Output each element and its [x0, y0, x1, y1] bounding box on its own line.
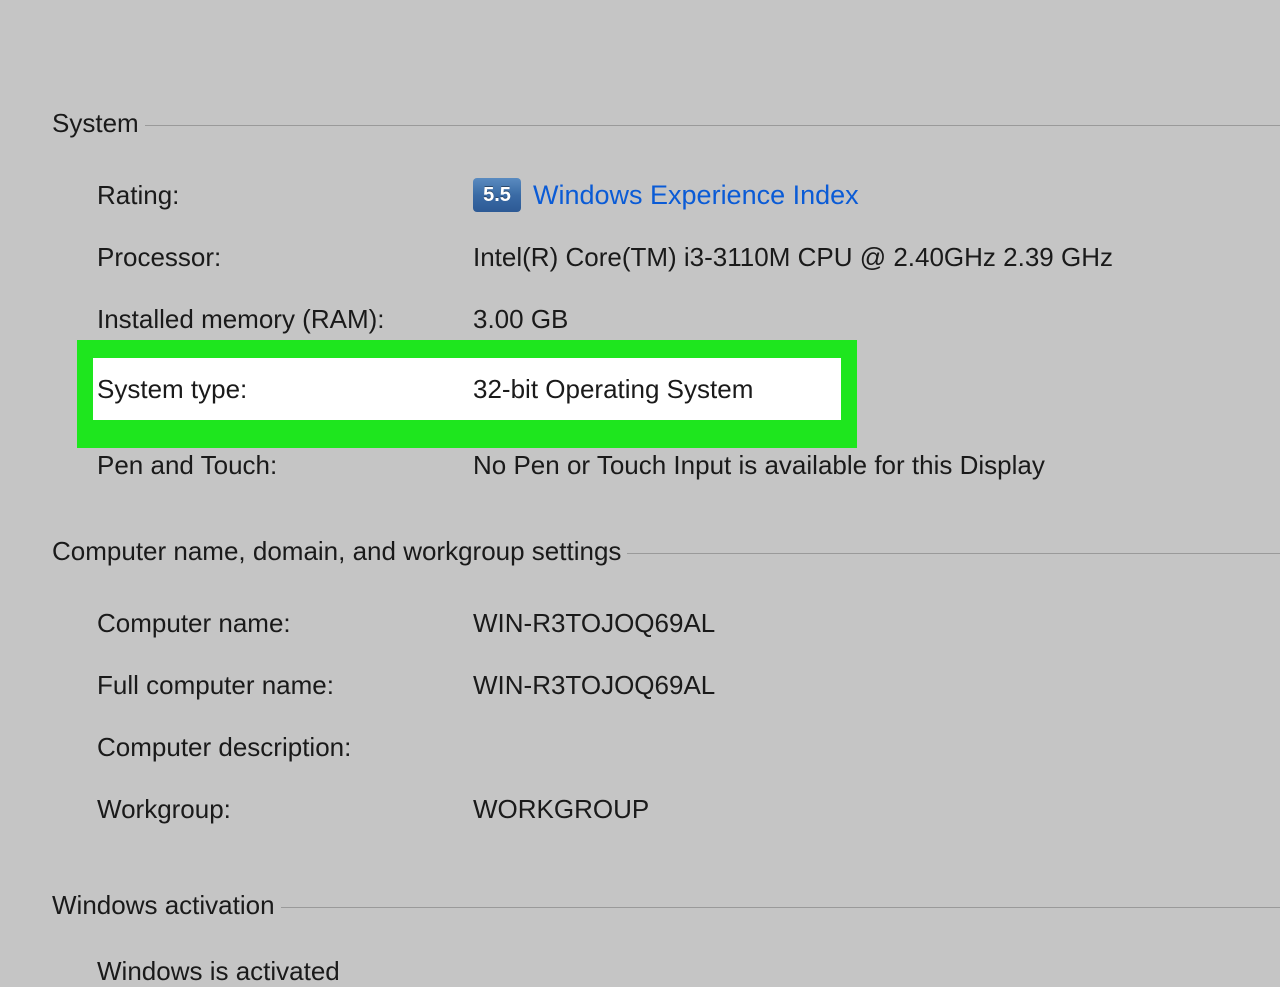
system-type-value: 32-bit Operating System	[473, 374, 841, 405]
computer-name-row: Computer name: WIN-R3TOJOQ69AL	[52, 592, 1280, 654]
processor-value: Intel(R) Core(TM) i3-3110M CPU @ 2.40GHz…	[473, 242, 1280, 273]
workgroup-label: Workgroup:	[97, 794, 473, 825]
system-type-label: System type:	[97, 374, 473, 405]
system-section-header: System	[52, 108, 1280, 139]
ram-value: 3.00 GB	[473, 304, 1280, 335]
activation-section: Windows activation Windows is activated	[52, 890, 1280, 987]
full-computer-name-label: Full computer name:	[97, 670, 473, 701]
computer-name-label: Computer name:	[97, 608, 473, 639]
workgroup-row: Workgroup: WORKGROUP	[52, 778, 1280, 840]
divider-line	[145, 125, 1280, 126]
computer-name-value: WIN-R3TOJOQ69AL	[473, 608, 1280, 639]
pen-touch-value: No Pen or Touch Input is available for t…	[473, 450, 1280, 481]
divider-line	[627, 553, 1280, 554]
system-properties-panel: System Rating: 5.5 Windows Experience In…	[0, 0, 1280, 987]
computer-description-label: Computer description:	[97, 732, 473, 763]
system-type-highlight: System type: 32-bit Operating System	[77, 358, 1280, 420]
wei-link[interactable]: Windows Experience Index	[533, 180, 859, 211]
computer-section-header: Computer name, domain, and workgroup set…	[52, 536, 1280, 567]
processor-label: Processor:	[97, 242, 473, 273]
rating-value: 5.5 Windows Experience Index	[473, 178, 1280, 212]
system-section-title: System	[52, 108, 145, 139]
ram-label: Installed memory (RAM):	[97, 304, 473, 335]
activation-section-title: Windows activation	[52, 890, 281, 921]
wei-score-badge: 5.5	[473, 178, 521, 212]
rating-row: Rating: 5.5 Windows Experience Index	[52, 164, 1280, 226]
rating-label: Rating:	[97, 180, 473, 211]
activation-section-header: Windows activation	[52, 890, 1280, 921]
full-computer-name-row: Full computer name: WIN-R3TOJOQ69AL	[52, 654, 1280, 716]
workgroup-value: WORKGROUP	[473, 794, 1280, 825]
computer-name-section: Computer name, domain, and workgroup set…	[52, 536, 1280, 840]
system-section: System Rating: 5.5 Windows Experience In…	[52, 108, 1280, 482]
divider-line	[281, 907, 1280, 908]
computer-description-row: Computer description:	[52, 716, 1280, 778]
pen-touch-label: Pen and Touch:	[97, 450, 473, 481]
full-computer-name-value: WIN-R3TOJOQ69AL	[473, 670, 1280, 701]
computer-section-title: Computer name, domain, and workgroup set…	[52, 536, 627, 567]
highlight-white-inner: System type: 32-bit Operating System	[93, 358, 841, 420]
activation-status: Windows is activated	[52, 946, 1280, 987]
processor-row: Processor: Intel(R) Core(TM) i3-3110M CP…	[52, 226, 1280, 288]
